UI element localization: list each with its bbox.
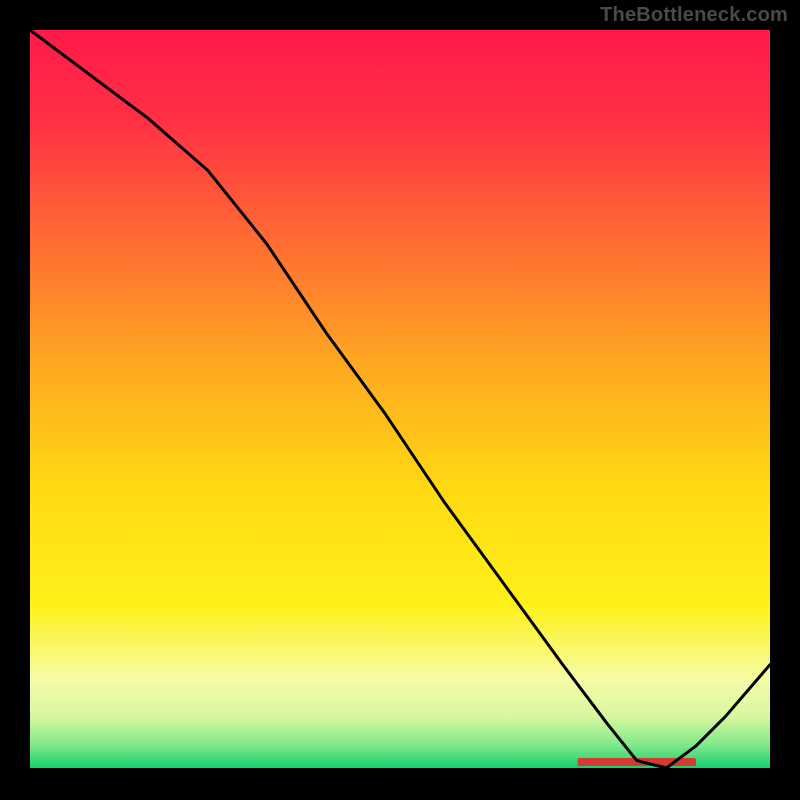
- chart-stage: TheBottleneck.com: [0, 0, 800, 800]
- bottleneck-plot: [0, 0, 800, 800]
- plot-background: [30, 30, 770, 768]
- watermark-text: TheBottleneck.com: [600, 4, 788, 27]
